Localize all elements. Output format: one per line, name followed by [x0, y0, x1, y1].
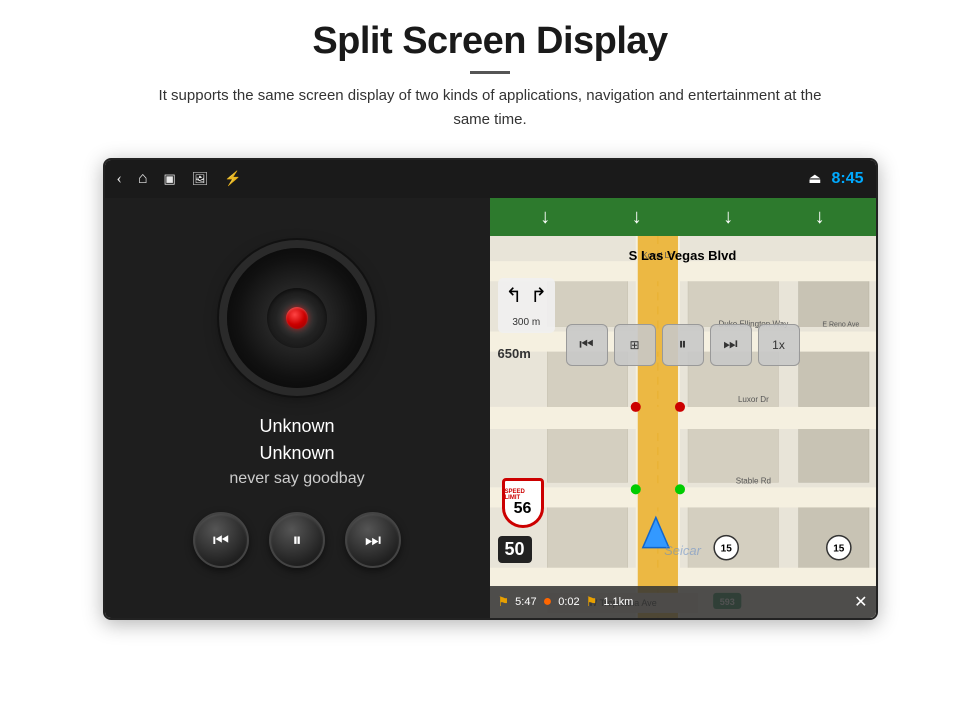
nav-dot-separator: ●: [543, 593, 553, 611]
track-info: Unknown Unknown never say goodbay: [229, 416, 364, 488]
gallery-icon[interactable]: 🖼: [192, 171, 209, 187]
distance-label: 650m: [498, 346, 531, 361]
nav-arrow-2: ↓: [632, 206, 642, 229]
music-panel: Unknown Unknown never say goodbay ⏮ ⏸ ⏭: [105, 198, 490, 618]
next-icon: ⏭: [365, 530, 381, 551]
nav-street-label: S Las Vegas Blvd: [629, 248, 737, 263]
play-pause-button[interactable]: ⏸: [269, 512, 325, 568]
device-frame: ‹ ⌂ ▣ 🖼 ⚡ ⏏ 8:45: [103, 158, 878, 620]
nav-bottom-duration: 0:02: [558, 596, 579, 608]
nav-arrow-1: ↓: [540, 206, 550, 229]
nav-prev-icon: ⏮: [579, 336, 593, 354]
nav-menu-icon: ⊞: [629, 338, 639, 353]
page-subtitle: It supports the same screen display of t…: [140, 84, 840, 132]
svg-text:15: 15: [720, 544, 732, 555]
nav-panel: ↓ ↓ ↓ ↓: [490, 198, 876, 618]
playback-controls: ⏮ ⏸ ⏭: [193, 512, 401, 568]
nav-next-icon: ⏭: [723, 336, 737, 354]
track-title: Unknown: [229, 416, 364, 437]
status-time: 8:45: [831, 170, 863, 188]
speed-limit-sign: SPEED LIMIT 56: [502, 478, 544, 528]
nav-menu-button[interactable]: ⊞: [614, 324, 656, 366]
usb-icon[interactable]: ⚡: [224, 171, 241, 188]
eject-icon[interactable]: ⏏: [808, 171, 821, 188]
nav-turn-box: ↰ ↱ 300 m: [498, 278, 556, 333]
status-right: ⏏ 8:45: [808, 170, 863, 188]
svg-text:Stable Rd: Stable Rd: [735, 476, 770, 485]
album-inner-ring: [267, 288, 327, 348]
nav-close-button[interactable]: ✕: [854, 592, 867, 612]
page-title: Split Screen Display: [140, 20, 840, 63]
nav-arrow-4: ↓: [815, 206, 825, 229]
map-area: Koval Ln Duke Ellington Way Luxor Dr Sta…: [490, 236, 876, 618]
turn-distance: 300 m: [512, 317, 540, 328]
title-section: Split Screen Display It supports the sam…: [140, 20, 840, 150]
nav-bottom-bar: ⚑ 5:47 ● 0:02 ⚑ 1.1km ✕: [490, 586, 876, 618]
main-content: Unknown Unknown never say goodbay ⏮ ⏸ ⏭: [105, 198, 876, 618]
album-art: [227, 248, 367, 388]
nav-next-button[interactable]: ⏭: [710, 324, 752, 366]
nav-bottom-time: 5:47: [515, 596, 536, 608]
nav-route-flag-start: ⚑: [498, 594, 510, 610]
turn-left-icon: ↰: [506, 283, 523, 308]
svg-text:Luxor Dr: Luxor Dr: [737, 395, 768, 404]
prev-icon: ⏮: [213, 530, 229, 551]
track-artist: Unknown: [229, 443, 364, 464]
prev-button[interactable]: ⏮: [193, 512, 249, 568]
recent-apps-icon[interactable]: ▣: [163, 171, 175, 187]
speed-limit-number: 56: [514, 501, 532, 517]
nav-route-flag-end: ⚑: [586, 594, 598, 610]
album-center-dot: [286, 307, 308, 329]
route-50-sign: 50: [498, 536, 532, 563]
back-icon[interactable]: ‹: [117, 170, 122, 188]
title-divider: [470, 71, 510, 74]
nav-play-icon: ⏸: [678, 336, 686, 354]
nav-speed-button[interactable]: 1x: [758, 324, 800, 366]
nav-playback-overlay: ⏮ ⊞ ⏸ ⏭ 1x: [566, 324, 800, 366]
status-bar-icons: ‹ ⌂ ▣ 🖼 ⚡: [117, 170, 791, 188]
nav-top-bar: ↓ ↓ ↓ ↓: [490, 198, 876, 236]
svg-text:E Reno Ave: E Reno Ave: [822, 321, 859, 328]
nav-prev-button[interactable]: ⏮: [566, 324, 608, 366]
play-pause-icon: ⏸: [293, 530, 302, 551]
page-container: Split Screen Display It supports the sam…: [0, 0, 980, 714]
svg-text:15: 15: [833, 544, 845, 555]
nav-play-button[interactable]: ⏸: [662, 324, 704, 366]
nav-arrow-3: ↓: [723, 206, 733, 229]
nav-speed-label: 1x: [772, 338, 785, 352]
nav-bottom-distance: 1.1km: [603, 596, 633, 608]
home-icon[interactable]: ⌂: [138, 170, 148, 188]
status-bar: ‹ ⌂ ▣ 🖼 ⚡ ⏏ 8:45: [105, 160, 876, 198]
track-album: never say goodbay: [229, 470, 364, 488]
turn-right-icon: ↱: [530, 283, 547, 308]
next-button[interactable]: ⏭: [345, 512, 401, 568]
